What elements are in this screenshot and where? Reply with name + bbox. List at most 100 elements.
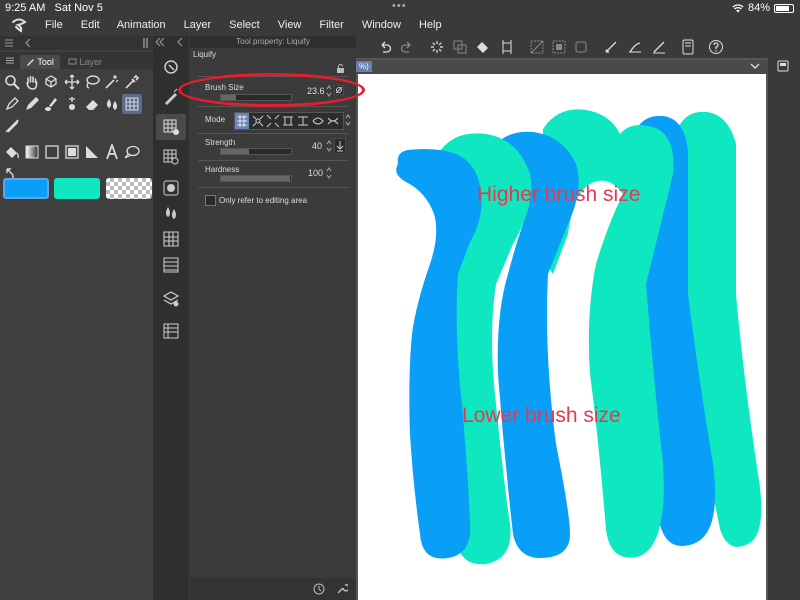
sub-color-swatch[interactable] [54, 178, 100, 199]
mode-pinch-icon[interactable] [266, 114, 280, 128]
wrench-icon[interactable] [336, 583, 348, 595]
menu-edit[interactable]: Edit [81, 19, 100, 31]
panel-toggle-icon[interactable] [777, 60, 789, 72]
airbrush-tool[interactable] [62, 94, 82, 114]
only-refer-checkbox[interactable] [205, 195, 216, 206]
liquify-tool[interactable] [122, 94, 142, 114]
redo-icon[interactable] [400, 40, 414, 54]
menu-animation[interactable]: Animation [117, 19, 166, 31]
collapse-left-icon[interactable] [24, 39, 32, 47]
pencil-tool[interactable] [22, 94, 42, 114]
divider [198, 133, 348, 134]
select-frame-icon[interactable] [574, 40, 588, 54]
canvas-tab-strip: %) [356, 60, 768, 74]
menu-items: File Edit Animation Layer Select View Fi… [45, 19, 460, 31]
eraser-tool[interactable] [82, 94, 102, 114]
blend-tool[interactable] [102, 94, 122, 114]
ruler-snap-icon[interactable] [604, 40, 618, 54]
menu-view[interactable]: View [278, 19, 302, 31]
strength-stepper-icon[interactable] [326, 139, 332, 153]
panel-grip-icon[interactable] [143, 38, 149, 48]
magic-wand-tool[interactable] [102, 72, 122, 92]
text-tool[interactable] [102, 142, 122, 162]
strength-slider[interactable] [220, 148, 292, 155]
panel-menu-icon[interactable] [5, 39, 13, 47]
tool-property-footer [190, 578, 356, 600]
mode-push-left-icon[interactable] [281, 114, 295, 128]
menu-help[interactable]: Help [419, 19, 442, 31]
menu-bar: File Edit Animation Layer Select View Fi… [0, 16, 800, 36]
decoration-tool[interactable] [2, 116, 22, 136]
fill-tool[interactable] [2, 142, 22, 162]
object-tool[interactable] [42, 72, 62, 92]
tab-layer[interactable]: Layer [62, 55, 108, 69]
layer-property-icon[interactable] [162, 290, 180, 308]
color-history-icon[interactable] [162, 256, 180, 274]
multitask-dots[interactable]: ••• [392, 0, 407, 12]
mode-stepper-icon[interactable] [345, 113, 351, 127]
eyedropper-tool[interactable] [122, 72, 142, 92]
hardness-value: 100 [308, 168, 324, 178]
navigator-icon[interactable] [162, 58, 180, 76]
undo-icon[interactable] [378, 40, 392, 54]
gradient-tool[interactable] [22, 142, 42, 162]
copy-layer-icon[interactable] [453, 40, 467, 54]
tab-dropdown-icon[interactable] [750, 63, 760, 70]
menu-select[interactable]: Select [229, 19, 260, 31]
transform-icon[interactable] [500, 40, 514, 54]
sub-tool-column [153, 36, 189, 600]
color-circle-icon[interactable] [162, 179, 180, 197]
mode-push-right-icon[interactable] [296, 114, 310, 128]
transparent-color-swatch[interactable] [106, 178, 152, 199]
fill-bucket-icon[interactable] [476, 40, 490, 54]
figure-tool[interactable] [42, 142, 62, 162]
app-logo-icon[interactable] [10, 18, 28, 34]
balloon-tool[interactable] [122, 142, 142, 162]
menu-window[interactable]: Window [362, 19, 401, 31]
layer-search-icon[interactable] [162, 322, 180, 340]
lasso-tool[interactable] [82, 72, 102, 92]
pen-tool[interactable] [2, 94, 22, 114]
layers-tab-icon [68, 58, 77, 65]
loading-icon[interactable] [430, 40, 444, 54]
color-mixing-icon[interactable] [162, 204, 180, 222]
special-ruler-icon[interactable] [628, 40, 642, 54]
canvas-paper[interactable] [358, 74, 766, 600]
tab-tool[interactable]: Tool [20, 55, 60, 69]
mode-expand-icon[interactable] [251, 114, 265, 128]
hardness-stepper-icon[interactable] [326, 166, 332, 180]
brush-tool[interactable] [42, 94, 62, 114]
lock-icon[interactable] [336, 64, 345, 73]
zoom-tool[interactable] [2, 72, 22, 92]
paint-bucket-icon [6, 147, 19, 159]
sub-tool-detail-icon[interactable] [162, 148, 180, 166]
move-tool[interactable] [62, 72, 82, 92]
zoom-tab-fragment[interactable]: %) [356, 61, 372, 72]
mode-push-icon[interactable] [235, 113, 249, 129]
hardness-slider[interactable] [220, 175, 292, 182]
frame-icon [65, 145, 79, 159]
collapse-left-small-icon[interactable] [177, 38, 183, 46]
mode-twist-left-icon[interactable] [311, 114, 325, 128]
main-color-swatch[interactable] [3, 178, 49, 199]
mode-twist-right-icon[interactable] [326, 114, 340, 128]
clear-selection-icon[interactable] [530, 40, 544, 54]
menu-layer[interactable]: Layer [184, 19, 212, 31]
help-icon[interactable] [708, 39, 724, 55]
tabs-menu-icon[interactable] [6, 57, 14, 64]
hand-tool[interactable] [22, 72, 42, 92]
color-set-icon[interactable] [162, 230, 180, 248]
collapse-double-left-icon[interactable] [155, 38, 165, 46]
reset-icon[interactable] [313, 583, 325, 595]
ruler-tool[interactable] [82, 142, 102, 162]
strength-pressure-icon[interactable] [334, 138, 346, 154]
invert-selection-icon[interactable] [552, 40, 566, 54]
frame-tool[interactable] [62, 142, 82, 162]
battery-icon [774, 3, 794, 13]
menu-filter[interactable]: Filter [319, 19, 343, 31]
grid-snap-icon[interactable] [652, 40, 666, 54]
mode-selector[interactable] [234, 112, 344, 130]
menu-file[interactable]: File [45, 19, 63, 31]
speech-balloon-icon [124, 145, 140, 159]
device-icon[interactable] [682, 39, 694, 55]
